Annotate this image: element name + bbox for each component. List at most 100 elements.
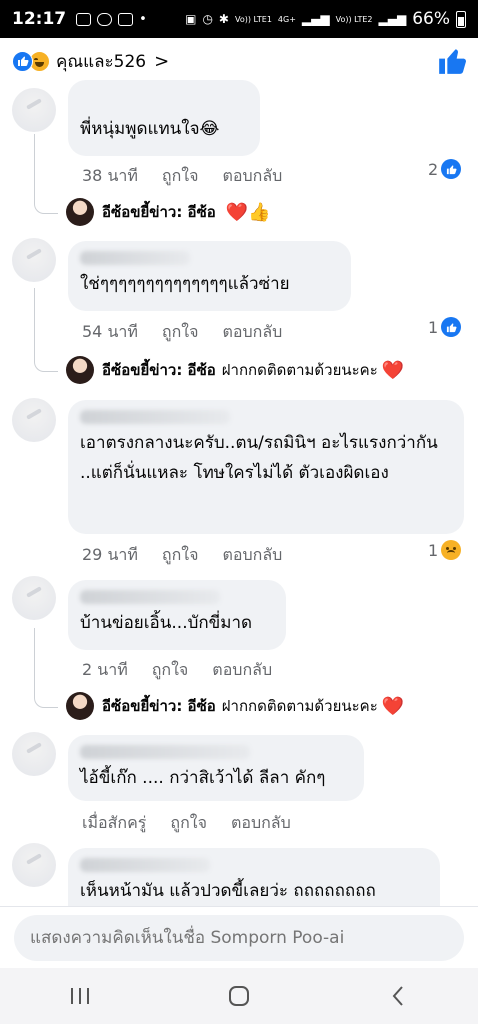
reply-emoji: ❤️👍 xyxy=(225,201,271,223)
commenter-avatar[interactable] xyxy=(12,88,56,132)
reply-comment-button[interactable]: ตอบกลับ xyxy=(231,811,291,836)
battery-percent: 66% xyxy=(412,9,450,29)
comment-actions: 38 นาที ถูกใจ ตอบกลับ xyxy=(82,164,282,189)
reply-emoji: ❤️ xyxy=(381,359,405,381)
signal-icon: ▂▄▆ xyxy=(301,12,330,26)
reply-thread-line xyxy=(34,288,58,372)
comment-bubble[interactable]: พี่หนุ่มพูดแทนใจ😂 xyxy=(68,80,260,156)
comment-text: ใช่ๆๆๆๆๆๆๆๆๆๆๆๆๆๆแล้วซ่าย xyxy=(80,274,290,294)
comment-bubble[interactable]: บ้านข่อยเอิ้น...บักขี่มาด xyxy=(68,580,286,650)
home-button[interactable] xyxy=(209,976,269,1016)
like-icon xyxy=(441,159,462,179)
reply-comment-button[interactable]: ตอบกลับ xyxy=(222,543,282,568)
comment-bubble[interactable]: เอาตรงกลางนะครับ..ตน/รถมินิฯ อะไรแรงกว่า… xyxy=(68,400,464,534)
alarm-icon: ◷ xyxy=(202,12,213,26)
reaction-icons xyxy=(12,50,50,72)
back-icon xyxy=(392,986,404,1006)
commenter-name-blurred[interactable] xyxy=(80,251,190,265)
like-comment-button[interactable]: ถูกใจ xyxy=(162,320,199,345)
comment-time: เมื่อสักครู่ xyxy=(82,813,147,832)
shopping-icon xyxy=(118,12,134,26)
comments-sheet: คุณและ526 > พี่หนุ่มพูดแทนใจ😂 38 นาที ถู… xyxy=(0,38,478,968)
reply-thread-line xyxy=(34,134,58,214)
comment-bubble[interactable]: ใช่ๆๆๆๆๆๆๆๆๆๆๆๆๆๆแล้วซ่าย xyxy=(68,241,351,311)
commenter-avatar[interactable] xyxy=(12,238,56,282)
commenter-avatar[interactable] xyxy=(12,576,56,620)
commenter-name-blurred[interactable] xyxy=(80,745,250,759)
comment-actions: 54 นาที ถูกใจ ตอบกลับ xyxy=(82,320,282,345)
status-bar: 12:17 • ▣ ◷ ✱ Vo)) LTE1 4G+ ▂▄▆ Vo)) LTE… xyxy=(0,0,478,38)
reply-comment-button[interactable]: ตอบกลับ xyxy=(222,320,282,345)
comment-text: ไอ้ขี้เก๊ก .... กว่าสิเว้าได้ ลีลา คักๆ xyxy=(80,768,326,788)
comment-composer xyxy=(0,906,478,968)
commenter-avatar[interactable] xyxy=(12,843,56,887)
comment-time: 54 นาที xyxy=(82,322,138,341)
reaction-count-value: 2 xyxy=(428,159,439,179)
sim1-label: Vo)) LTE1 xyxy=(234,14,272,24)
comment-text: พี่หนุ่มพูดแทนใจ😂 xyxy=(80,119,220,139)
reply-item[interactable]: อีซ้อขยี้ข่าว: อีซ้อ ❤️👍 xyxy=(66,198,271,226)
comment-text: เห็นหน้ามัน แล้วปวดขี้เลยว่ะ ถถถถถถถถ xyxy=(80,881,376,901)
chevron-right-icon: > xyxy=(154,50,170,72)
comment-actions: 29 นาที ถูกใจ ตอบกลับ xyxy=(82,543,282,568)
comment-reaction-count: 2 xyxy=(428,159,462,179)
comment-bubble[interactable]: ไอ้ขี้เก๊ก .... กว่าสิเว้าได้ ลีลา คักๆ xyxy=(68,735,364,801)
signal2-icon: ▂▄▆ xyxy=(378,12,407,26)
reaction-summary-bar[interactable]: คุณและ526 > xyxy=(0,38,478,84)
page-avatar[interactable] xyxy=(66,198,94,226)
sad-icon xyxy=(441,540,462,560)
home-icon xyxy=(228,986,249,1006)
reply-item[interactable]: อีซ้อขยี้ข่าว: อีซ้อ ฝากกดติดตามด้วยนะคะ… xyxy=(66,356,404,384)
sim2-label: Vo)) LTE2 xyxy=(335,14,373,24)
system-nav-bar xyxy=(0,968,478,1024)
comment-input[interactable] xyxy=(14,915,464,961)
reply-comment-button[interactable]: ตอบกลับ xyxy=(222,164,282,189)
like-comment-button[interactable]: ถูกใจ xyxy=(162,543,199,568)
comment-time: 38 นาที xyxy=(82,166,138,185)
recent-apps-icon xyxy=(70,988,89,1004)
comment-text: เอาตรงกลางนะครับ..ตน/รถมินิฯ อะไรแรงกว่า… xyxy=(80,433,438,483)
line-icon xyxy=(97,12,113,26)
page-avatar[interactable] xyxy=(66,692,94,720)
nfc-icon: ▣ xyxy=(185,12,197,26)
commenter-name-blurred[interactable] xyxy=(80,590,220,604)
reply-thread-line xyxy=(34,628,58,708)
reply-comment-button[interactable]: ตอบกลับ xyxy=(212,658,272,683)
reply-author-name[interactable]: อีซ้อขยี้ข่าว: อีซ้อ xyxy=(102,200,216,224)
commenter-name-blurred[interactable] xyxy=(80,410,230,424)
like-comment-button[interactable]: ถูกใจ xyxy=(170,811,207,836)
comment-time: 29 นาที xyxy=(82,545,138,564)
comment-reaction-count: 1 xyxy=(428,317,462,337)
system-icons: ▣ ◷ ✱ Vo)) LTE1 4G+ ▂▄▆ Vo)) LTE2 ▂▄▆ 66… xyxy=(185,9,466,29)
notification-icons: • xyxy=(76,12,147,27)
like-icon xyxy=(441,317,462,337)
reply-author-name[interactable]: อีซ้อขยี้ข่าว: อีซ้อ xyxy=(102,358,216,382)
reply-author-name[interactable]: อีซ้อขยี้ข่าว: อีซ้อ xyxy=(102,694,216,718)
comment-time: 2 นาที xyxy=(82,660,128,679)
bluetooth-icon: ✱ xyxy=(218,12,229,26)
like-comment-button[interactable]: ถูกใจ xyxy=(162,164,199,189)
commenter-name-blurred[interactable] xyxy=(80,858,210,872)
network-label: 4G+ xyxy=(277,14,296,24)
like-reaction-icon xyxy=(12,50,33,72)
back-button[interactable] xyxy=(368,976,428,1016)
recent-apps-button[interactable] xyxy=(50,976,110,1016)
like-button-icon[interactable] xyxy=(438,47,466,75)
gallery-icon xyxy=(76,12,92,26)
reply-emoji: ❤️ xyxy=(381,695,405,717)
commenter-avatar[interactable] xyxy=(12,732,56,776)
reply-text: ฝากกดติดตามด้วยนะคะ xyxy=(221,361,378,379)
status-time: 12:17 xyxy=(12,9,67,29)
commenter-avatar[interactable] xyxy=(12,398,56,442)
comment-text: บ้านข่อยเอิ้น...บักขี่มาด xyxy=(80,613,253,633)
like-comment-button[interactable]: ถูกใจ xyxy=(152,658,189,683)
status-dot: • xyxy=(139,11,147,27)
reaction-summary-text: คุณและ526 xyxy=(56,51,147,72)
page-avatar[interactable] xyxy=(66,356,94,384)
comment-reaction-count: 1 xyxy=(428,540,462,560)
reaction-count-value: 1 xyxy=(428,317,439,337)
reaction-count-value: 1 xyxy=(428,540,439,560)
battery-icon xyxy=(456,10,466,28)
reply-text: ฝากกดติดตามด้วยนะคะ xyxy=(221,697,378,715)
reply-item[interactable]: อีซ้อขยี้ข่าว: อีซ้อ ฝากกดติดตามด้วยนะคะ… xyxy=(66,692,404,720)
